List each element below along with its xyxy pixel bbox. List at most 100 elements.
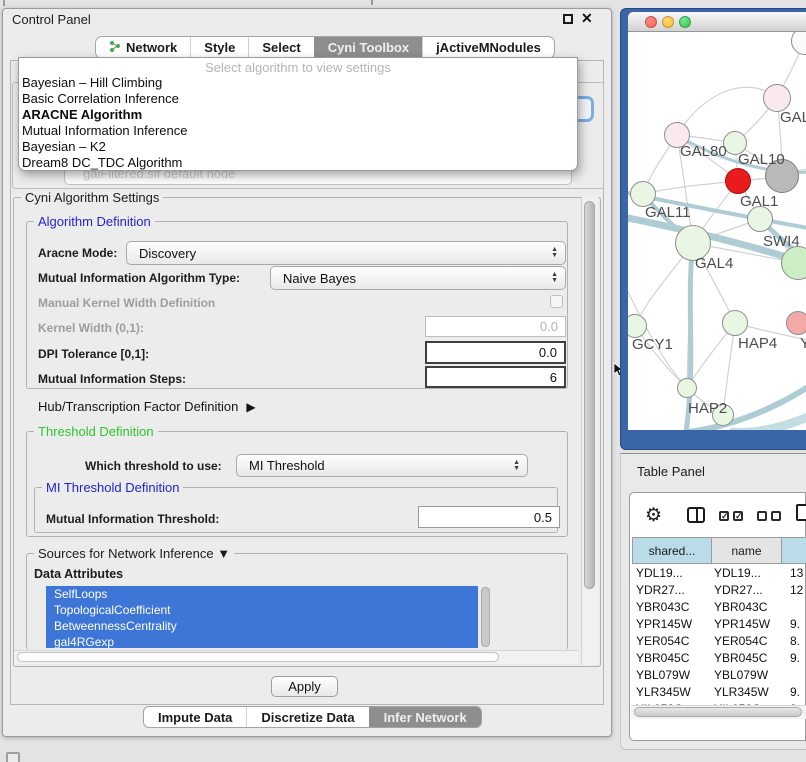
mi-algorithm-type-label: Mutual Information Algorithm Type: [38, 271, 240, 285]
screen: Control Panel ✕ Network Style Select Cyn… [0, 0, 806, 762]
dropdown-placeholder: Select algorithm to view settings [19, 58, 577, 75]
list-scrollbar-thumb[interactable] [481, 587, 490, 647]
kernel-width-label: Kernel Width (0,1): [38, 321, 144, 335]
table-row[interactable]: YBR043C YBR043C [632, 598, 806, 615]
tab-infer-network[interactable]: Infer Network [369, 707, 481, 727]
mi-threshold-definition-title: MI Threshold Definition [42, 480, 183, 495]
attribute-item-selected[interactable]: gal4RGexp [46, 634, 478, 648]
settings-group-title: Cyni Algorithm Settings [21, 190, 163, 205]
mi-threshold-field[interactable]: 0.5 [418, 506, 560, 528]
tab-discretize-data[interactable]: Discretize Data [246, 707, 368, 727]
settings-vscrollbar-thumb[interactable] [584, 201, 595, 589]
sources-title[interactable]: Sources for Network Inference ▼ [34, 546, 234, 561]
apply-button[interactable]: Apply [271, 676, 338, 697]
minimize-traffic-light[interactable] [662, 16, 674, 28]
network-window-titlebar[interactable] [628, 12, 806, 32]
tab-network[interactable]: Network [96, 37, 190, 58]
manual-kernel-width-checkbox[interactable] [550, 295, 563, 308]
expand-right-icon[interactable]: ▶ [246, 400, 255, 414]
threshold-definition-title: Threshold Definition [34, 424, 158, 439]
mi-algorithm-type-combo[interactable]: Naive Bayes ▲▼ [270, 266, 566, 290]
top-edge-fragment [371, 0, 373, 5]
table-row[interactable]: YDL19... YDL19... 13 [632, 564, 806, 581]
dropdown-item-selected[interactable]: ARACNE Algorithm [19, 107, 577, 123]
gear-icon[interactable]: ⚙ [645, 504, 662, 527]
top-tab-bar: Network Style Select Cyni Toolbox jActiv… [95, 36, 555, 59]
network-view-window[interactable]: GAL GAL80 GAL10 GAL1 GAL11 SWI4 GAL4 GCY… [620, 8, 806, 450]
network-node[interactable] [763, 84, 791, 112]
network-canvas[interactable]: GAL GAL80 GAL10 GAL1 GAL11 SWI4 GAL4 GCY… [628, 32, 806, 430]
algorithm-dropdown-popup: Select algorithm to view settings Bayesi… [18, 57, 578, 171]
aracne-mode-label: Aracne Mode: [38, 246, 117, 260]
network-icon [109, 40, 121, 55]
attribute-item-selected[interactable]: BetweennessCentrality [46, 618, 478, 634]
table-row[interactable]: YBL079W YBL079W [632, 666, 806, 683]
tab-impute-data[interactable]: Impute Data [144, 707, 246, 727]
aracne-mode-combo[interactable]: Discovery ▲▼ [126, 241, 566, 265]
network-node[interactable] [786, 311, 806, 335]
table-row[interactable]: YDR27... YDR27... 12 [632, 581, 806, 598]
node-label: GAL [780, 109, 806, 126]
table-hscrollbar-thumb[interactable] [634, 707, 802, 717]
kernel-width-field[interactable]: 0.0 [425, 316, 566, 337]
mi-steps-field[interactable]: 6 [425, 366, 566, 388]
unchecked-checkbox-icon[interactable] [757, 511, 767, 521]
table-row[interactable]: YER054C YER054C 8. [632, 632, 806, 649]
close-traffic-light[interactable] [645, 16, 657, 28]
which-threshold-combo[interactable]: MI Threshold ▲▼ [236, 454, 528, 477]
table-icon-partial[interactable] [796, 504, 806, 521]
unchecked-checkbox-icon[interactable] [771, 511, 781, 521]
data-attributes-label: Data Attributes [34, 567, 123, 581]
column-header-shared-name[interactable]: shared... [632, 537, 712, 564]
node-label: SWI4 [763, 233, 800, 250]
network-node-hap2[interactable] [677, 378, 697, 398]
dropdown-item[interactable]: Dream8 DC_TDC Algorithm [19, 155, 577, 171]
tab-style[interactable]: Style [190, 37, 248, 58]
node-label: HAP4 [738, 335, 777, 352]
combo-arrows-icon: ▲▼ [551, 272, 558, 284]
node-label: GAL1 [740, 193, 778, 210]
checked-checkbox-icon[interactable]: ✓ [719, 511, 729, 521]
collapse-down-icon[interactable]: ▼ [217, 546, 230, 561]
network-node-selected-red[interactable] [725, 168, 751, 194]
dropdown-item[interactable]: Bayesian – Hill Climbing [19, 75, 577, 91]
node-label: GAL10 [738, 151, 785, 168]
checked-checkbox-icon[interactable]: ✓ [733, 511, 743, 521]
node-label: HAP2 [688, 400, 727, 417]
mi-threshold-label: Mutual Information Threshold: [46, 512, 219, 526]
network-node-hap4[interactable] [722, 310, 748, 336]
data-attributes-list[interactable]: SelfLoops TopologicalCoefficient Between… [46, 586, 478, 648]
dropdown-item[interactable]: Basic Correlation Inference [19, 91, 577, 107]
split-columns-icon[interactable] [687, 507, 705, 523]
table-row[interactable]: YBR045C YBR045C 9. [632, 649, 806, 666]
settings-hscrollbar-thumb[interactable] [17, 652, 499, 662]
column-header-partial[interactable]: A [782, 537, 806, 564]
dropdown-item[interactable]: Mutual Information Inference [19, 123, 577, 139]
float-window-icon[interactable] [563, 14, 573, 24]
corner-icon-fragment [6, 752, 20, 762]
attribute-item-selected[interactable]: SelfLoops [46, 586, 478, 602]
node-label: GAL11 [645, 204, 691, 221]
dropdown-item[interactable]: Bayesian – K2 [19, 139, 577, 155]
node-label: GAL80 [680, 143, 727, 160]
which-threshold-label: Which threshold to use: [85, 459, 222, 473]
table-panel-title: Table Panel [637, 464, 705, 479]
dpi-tolerance-field[interactable]: 0.0 [425, 341, 566, 364]
node-label: GAL4 [695, 255, 733, 272]
zoom-traffic-light[interactable] [679, 16, 691, 28]
tab-cyni-toolbox[interactable]: Cyni Toolbox [314, 37, 422, 58]
hub-transcription-factor-section[interactable]: Hub/Transcription Factor Definition▶ [38, 399, 256, 414]
table-row[interactable]: YLR345W YLR345W 9. [632, 683, 806, 700]
tab-jactivemnodules[interactable]: jActiveMNodules [422, 37, 554, 58]
close-icon[interactable]: ✕ [581, 10, 593, 27]
tab-select[interactable]: Select [248, 37, 313, 58]
table-header-row: shared... name A [632, 537, 806, 564]
combo-arrows-icon: ▲▼ [551, 247, 558, 259]
column-header-name[interactable]: name [712, 537, 782, 564]
top-edge-fragment [3, 0, 5, 6]
algorithm-definition-title: Algorithm Definition [34, 214, 155, 229]
node-label: GCY1 [632, 336, 673, 353]
attribute-item-selected[interactable]: TopologicalCoefficient [46, 602, 478, 618]
bottom-tab-bar: Impute Data Discretize Data Infer Networ… [143, 706, 482, 728]
table-row[interactable]: YPR145W YPR145W 9. [632, 615, 806, 632]
